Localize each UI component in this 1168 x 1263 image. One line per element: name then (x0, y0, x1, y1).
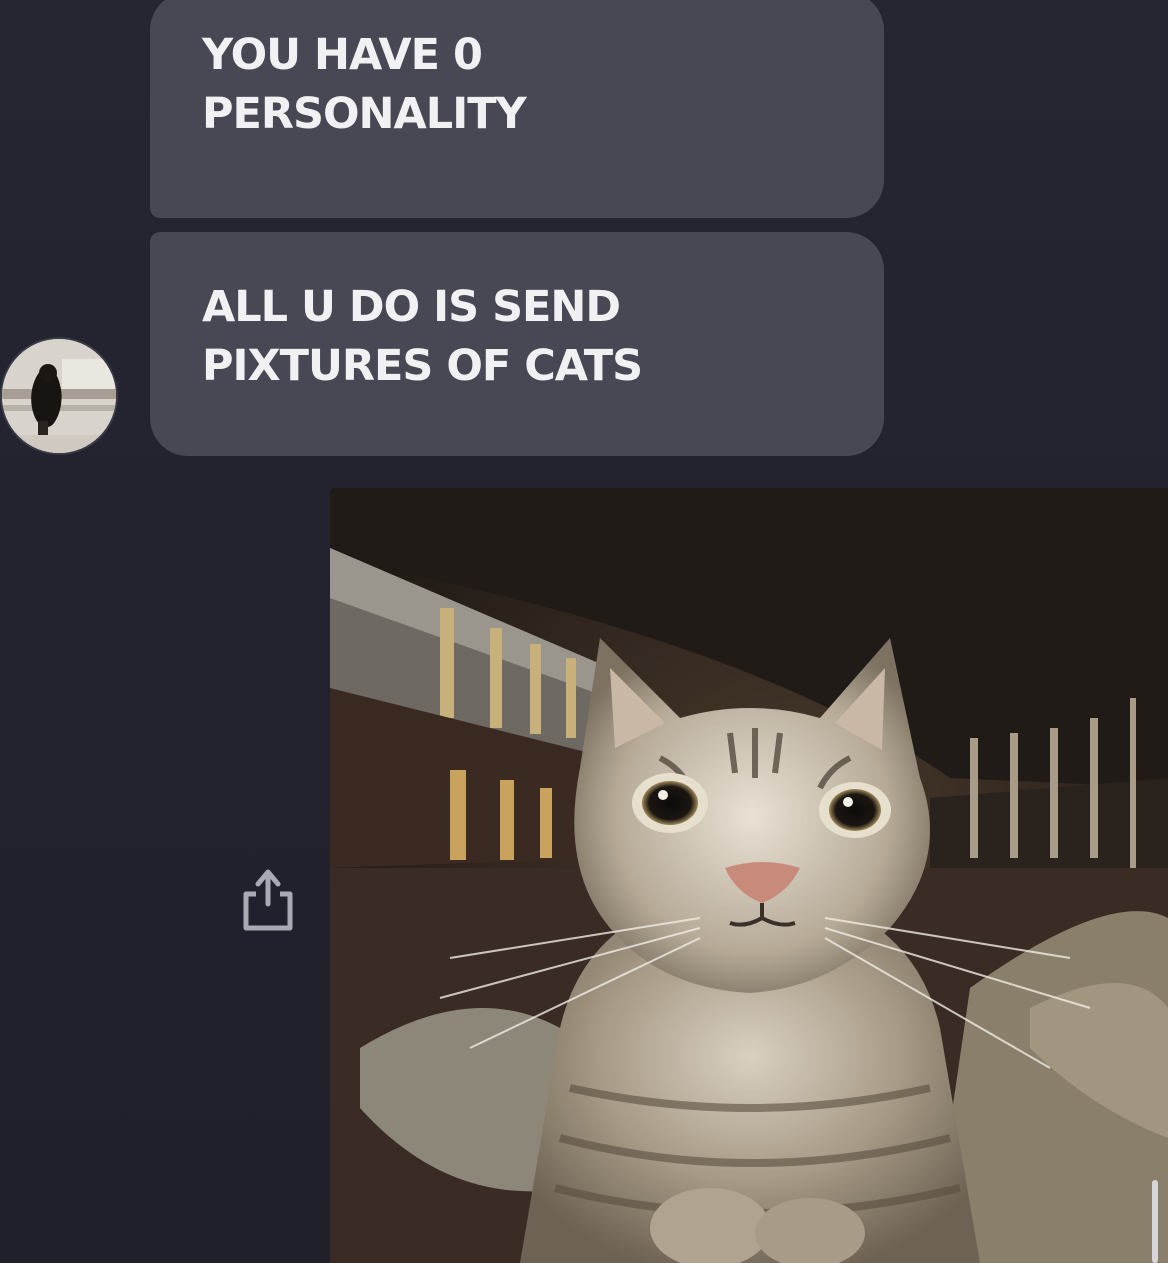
share-icon[interactable] (240, 866, 296, 934)
message-bubble[interactable]: YOU HAVE 0 PERSONALITY (150, 0, 884, 218)
share-icon-glyph (243, 869, 293, 931)
avatar[interactable] (0, 337, 118, 455)
avatar-image (2, 339, 116, 453)
message-bubble[interactable]: ALL U DO IS SEND PIXTURES OF CATS (150, 232, 884, 456)
cat-photo[interactable] (330, 488, 1168, 1263)
cat-photo-image (330, 488, 1168, 1263)
message-text-line: PERSONALITY (202, 89, 527, 139)
scrollbar[interactable] (1152, 1180, 1158, 1263)
message-text-line: ALL U DO IS SEND (202, 282, 621, 332)
message-text-line: PIXTURES OF CATS (202, 341, 643, 391)
chat-view: YOU HAVE 0 PERSONALITY ALL U DO IS SEND … (0, 0, 1168, 1263)
message-text-line: YOU HAVE 0 (202, 30, 483, 80)
